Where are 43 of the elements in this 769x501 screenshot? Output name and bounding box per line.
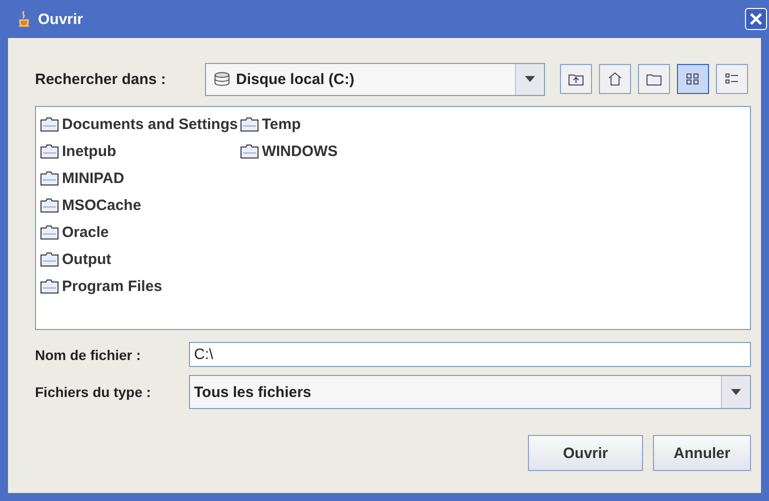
new-folder-button[interactable] xyxy=(638,64,670,94)
folder-icon xyxy=(40,198,59,212)
folder-icon xyxy=(40,224,59,240)
close-icon xyxy=(749,12,763,26)
file-type-dropdown[interactable]: Tous les fichiers xyxy=(189,375,751,409)
file-name-field[interactable]: C:\ xyxy=(189,342,751,367)
cancel-button[interactable]: Annuler xyxy=(653,435,751,471)
folder-item[interactable]: Program Files xyxy=(40,275,238,297)
new-folder-icon xyxy=(646,72,662,86)
window-title: Ouvrir xyxy=(38,10,84,28)
list-icon xyxy=(685,72,701,86)
caret-icon xyxy=(515,64,544,94)
file-name-label: Nom de fichier : xyxy=(35,346,142,362)
details-icon xyxy=(724,72,740,86)
home-button[interactable] xyxy=(599,64,631,94)
look-in-dropdown[interactable]: Disque local (C:) xyxy=(205,62,545,96)
folder-icon xyxy=(240,116,259,132)
up-icon xyxy=(568,72,584,86)
open-button[interactable]: Ouvrir xyxy=(528,435,643,471)
look-in-label: Rechercher dans : xyxy=(35,70,167,88)
file-type-label: Fichiers du type : xyxy=(35,384,152,400)
folder-item[interactable]: MINIPAD xyxy=(40,167,238,189)
folder-item[interactable]: Documents and Settings xyxy=(40,113,238,135)
folder-item[interactable]: Temp xyxy=(240,113,338,135)
close-button[interactable] xyxy=(745,8,767,30)
list-button[interactable] xyxy=(677,64,709,94)
folder-icon xyxy=(40,144,59,158)
details-button[interactable] xyxy=(716,64,748,94)
up-button[interactable] xyxy=(560,64,592,94)
folder-icon xyxy=(40,116,59,132)
folder-icon xyxy=(40,170,59,186)
folder-item[interactable]: Oracle xyxy=(40,221,238,243)
folder-icon xyxy=(40,252,59,266)
folder-icon xyxy=(40,278,59,294)
folder-item[interactable]: Inetpub xyxy=(40,140,238,162)
home-icon xyxy=(607,72,623,86)
cup-icon xyxy=(18,11,30,27)
caret-icon xyxy=(721,376,750,408)
folder-icon xyxy=(240,144,259,158)
folder-item[interactable]: Output xyxy=(40,248,238,270)
folder-item[interactable]: MSOCache xyxy=(40,194,238,216)
folder-item[interactable]: WINDOWS xyxy=(240,140,338,162)
disk-icon xyxy=(214,72,230,86)
